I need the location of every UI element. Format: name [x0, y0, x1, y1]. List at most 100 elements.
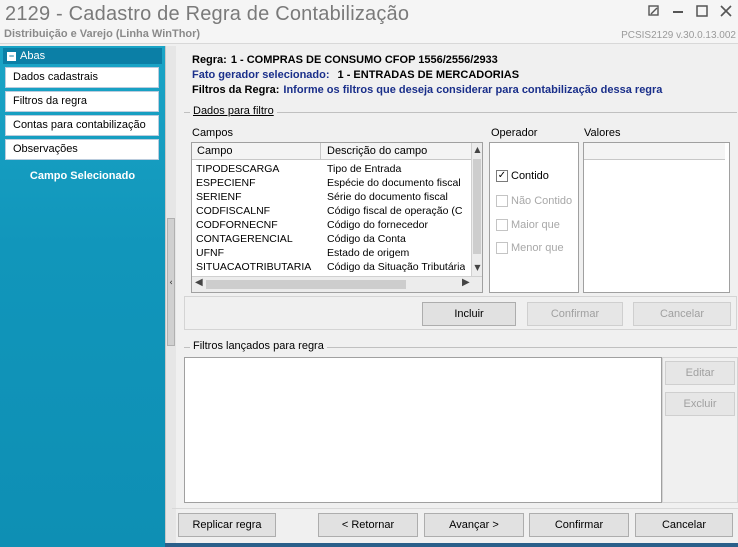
collapse-icon[interactable]: − — [7, 51, 16, 61]
maximize-icon[interactable] — [694, 4, 710, 20]
incluir-button[interactable]: Incluir — [422, 302, 516, 326]
confirmar-filter-button[interactable]: Confirmar — [527, 302, 623, 326]
cell-campo: TIPODESCARGA — [196, 163, 280, 175]
operador-box: ✓ Contido Não Contido Maior que Menor qu… — [489, 142, 579, 293]
checkbox-icon — [496, 242, 508, 254]
regra-label: Regra: — [192, 54, 227, 66]
filtros-line: Filtros da Regra: Informe os filtros que … — [192, 84, 662, 96]
cell-descricao: Série do documento fiscal — [327, 191, 448, 203]
col-descricao[interactable]: Descrição do campo — [327, 145, 427, 157]
retornar-button[interactable]: < Retornar — [318, 513, 418, 537]
abas-label: Abas — [20, 50, 46, 62]
filter-button-bar: Incluir Confirmar Cancelar — [184, 296, 737, 330]
table-row[interactable]: UFNF Estado de origem — [192, 247, 472, 261]
checkbox-icon — [496, 219, 508, 231]
op-nao-contido-label: Não Contido — [511, 195, 573, 207]
editar-button[interactable]: Editar — [665, 361, 735, 385]
cell-descricao: Estado de origem — [327, 247, 410, 259]
table-row[interactable]: SERIENF Série do documento fiscal — [192, 191, 472, 205]
sidebar-item-contas-contabilizacao[interactable]: Contas para contabilização — [5, 115, 159, 136]
lancados-side-panel: Editar Excluir — [662, 357, 738, 503]
collapse-sidebar-handle[interactable]: ‹ — [167, 218, 175, 346]
window-controls — [646, 4, 734, 20]
excluir-button[interactable]: Excluir — [665, 392, 735, 416]
fato-line: Fato gerador selecionado: 1 - ENTRADAS DE… — [192, 69, 519, 81]
sidebar-item-filtros-da-regra[interactable]: Filtros da regra — [5, 91, 159, 112]
avancar-button[interactable]: Avançar > — [424, 513, 524, 537]
table-row[interactable]: CODFORNECNF Código do fornecedor — [192, 219, 472, 233]
minimize-icon[interactable] — [670, 4, 686, 20]
table-row[interactable]: TIPODESCARGA Tipo de Entrada — [192, 163, 472, 177]
horizontal-scrollbar[interactable]: ◀ ▶ — [192, 276, 482, 292]
table-row[interactable]: CONTAGERENCIAL Código da Conta — [192, 233, 472, 247]
operador-label: Operador — [491, 127, 538, 139]
cell-campo: SITUACAOTRIBUTARIA — [196, 261, 312, 273]
cell-descricao: Código da Conta — [327, 233, 406, 245]
filtros-value: Informe os filtros que deseja considerar… — [283, 84, 663, 96]
checkbox-icon — [496, 195, 508, 207]
table-row[interactable]: SITUACAOTRIBUTARIA Código da Situação Tri… — [192, 261, 472, 275]
close-icon[interactable] — [718, 4, 734, 20]
cancelar-filter-button[interactable]: Cancelar — [633, 302, 731, 326]
checkbox-checked-icon[interactable]: ✓ — [496, 170, 508, 182]
cell-campo: ESPECIENF — [196, 177, 256, 189]
fato-value: 1 - ENTRADAS DE MERCADORIAS — [337, 69, 520, 81]
table-row[interactable]: CODFISCALNF Código fiscal de operação (C — [192, 205, 472, 219]
window-title: 2129 - Cadastro de Regra de Contabilizaç… — [5, 3, 410, 25]
cell-descricao: Código da Situação Tributária — [327, 261, 465, 273]
abas-header[interactable]: − Abas — [3, 48, 162, 64]
footer-bar: Replicar regra < Retornar Avançar > Conf… — [172, 508, 738, 544]
valores-list[interactable] — [583, 142, 730, 293]
valores-header — [584, 143, 725, 160]
cell-descricao: Código do fornecedor — [327, 219, 428, 231]
op-maior-que-label: Maior que — [511, 219, 560, 231]
cell-campo: CODFORNECNF — [196, 219, 278, 231]
cell-campo: SERIENF — [196, 191, 242, 203]
bottom-status-strip — [165, 543, 738, 547]
restore-icon[interactable] — [646, 4, 662, 20]
lancados-title: Filtros lançados para regra — [190, 340, 327, 352]
op-contido-label: Contido — [511, 170, 549, 182]
cell-campo: CONTAGERENCIAL — [196, 233, 293, 245]
col-separator — [320, 143, 321, 160]
campos-grid[interactable]: Campo Descrição do campo TIPODESCARGA Tip… — [191, 142, 483, 293]
filtros-label: Filtros da Regra: — [192, 84, 280, 96]
cell-descricao: Espécie do documento fiscal — [327, 177, 461, 189]
valores-label: Valores — [584, 127, 621, 139]
grid-header: Campo Descrição do campo — [192, 143, 472, 160]
col-campo[interactable]: Campo — [197, 145, 232, 157]
regra-line: Regra: 1 - COMPRAS DE CONSUMO CFOP 1556/2… — [192, 54, 498, 66]
horizontal-scroll-thumb[interactable] — [206, 280, 406, 289]
scroll-left-icon[interactable]: ◀ — [195, 277, 203, 288]
campo-selecionado-heading: Campo Selecionado — [29, 170, 136, 182]
title-bar: 2129 - Cadastro de Regra de Contabilizaç… — [0, 0, 738, 44]
sidebar: − Abas Dados cadastrais Filtros da regra… — [0, 46, 165, 547]
fato-label: Fato gerador selecionado: — [192, 69, 330, 81]
vertical-scroll-thumb[interactable] — [473, 159, 481, 254]
filter-group-title-text: Dados para filtro — [193, 105, 274, 117]
replicar-regra-button[interactable]: Replicar regra — [178, 513, 276, 537]
vertical-scrollbar[interactable]: ▲ ▼ — [471, 143, 482, 276]
op-nao-contido: Não Contido — [496, 195, 572, 207]
regra-value: 1 - COMPRAS DE CONSUMO CFOP 1556/2556/29… — [230, 54, 498, 66]
cell-descricao: Tipo de Entrada — [327, 163, 402, 175]
scroll-right-icon[interactable]: ▶ — [462, 277, 470, 288]
sidebar-item-observacoes[interactable]: Observações — [5, 139, 159, 160]
op-contido[interactable]: ✓ Contido — [496, 170, 549, 182]
op-menor-que: Menor que — [496, 242, 564, 254]
campos-label: Campos — [192, 127, 233, 139]
sidebar-item-dados-cadastrais[interactable]: Dados cadastrais — [5, 67, 159, 88]
filter-group-title: Dados para filtro — [190, 105, 277, 117]
scroll-down-icon[interactable]: ▼ — [472, 263, 482, 272]
version-label: PCSIS2129 v.30.0.13.002 — [621, 30, 736, 41]
filtros-lancados-list[interactable] — [184, 357, 662, 503]
scroll-up-icon[interactable]: ▲ — [472, 145, 482, 154]
op-maior-que: Maior que — [496, 219, 560, 231]
window-subtitle: Distribuição e Varejo (Linha WinThor) — [4, 28, 201, 40]
table-row[interactable]: ESPECIENF Espécie do documento fiscal — [192, 177, 472, 191]
op-menor-que-label: Menor que — [511, 242, 564, 254]
confirmar-button[interactable]: Confirmar — [529, 513, 629, 537]
cell-campo: CODFISCALNF — [196, 205, 271, 217]
sidebar-splitter[interactable]: ‹ — [165, 46, 176, 547]
cancelar-button[interactable]: Cancelar — [635, 513, 733, 537]
